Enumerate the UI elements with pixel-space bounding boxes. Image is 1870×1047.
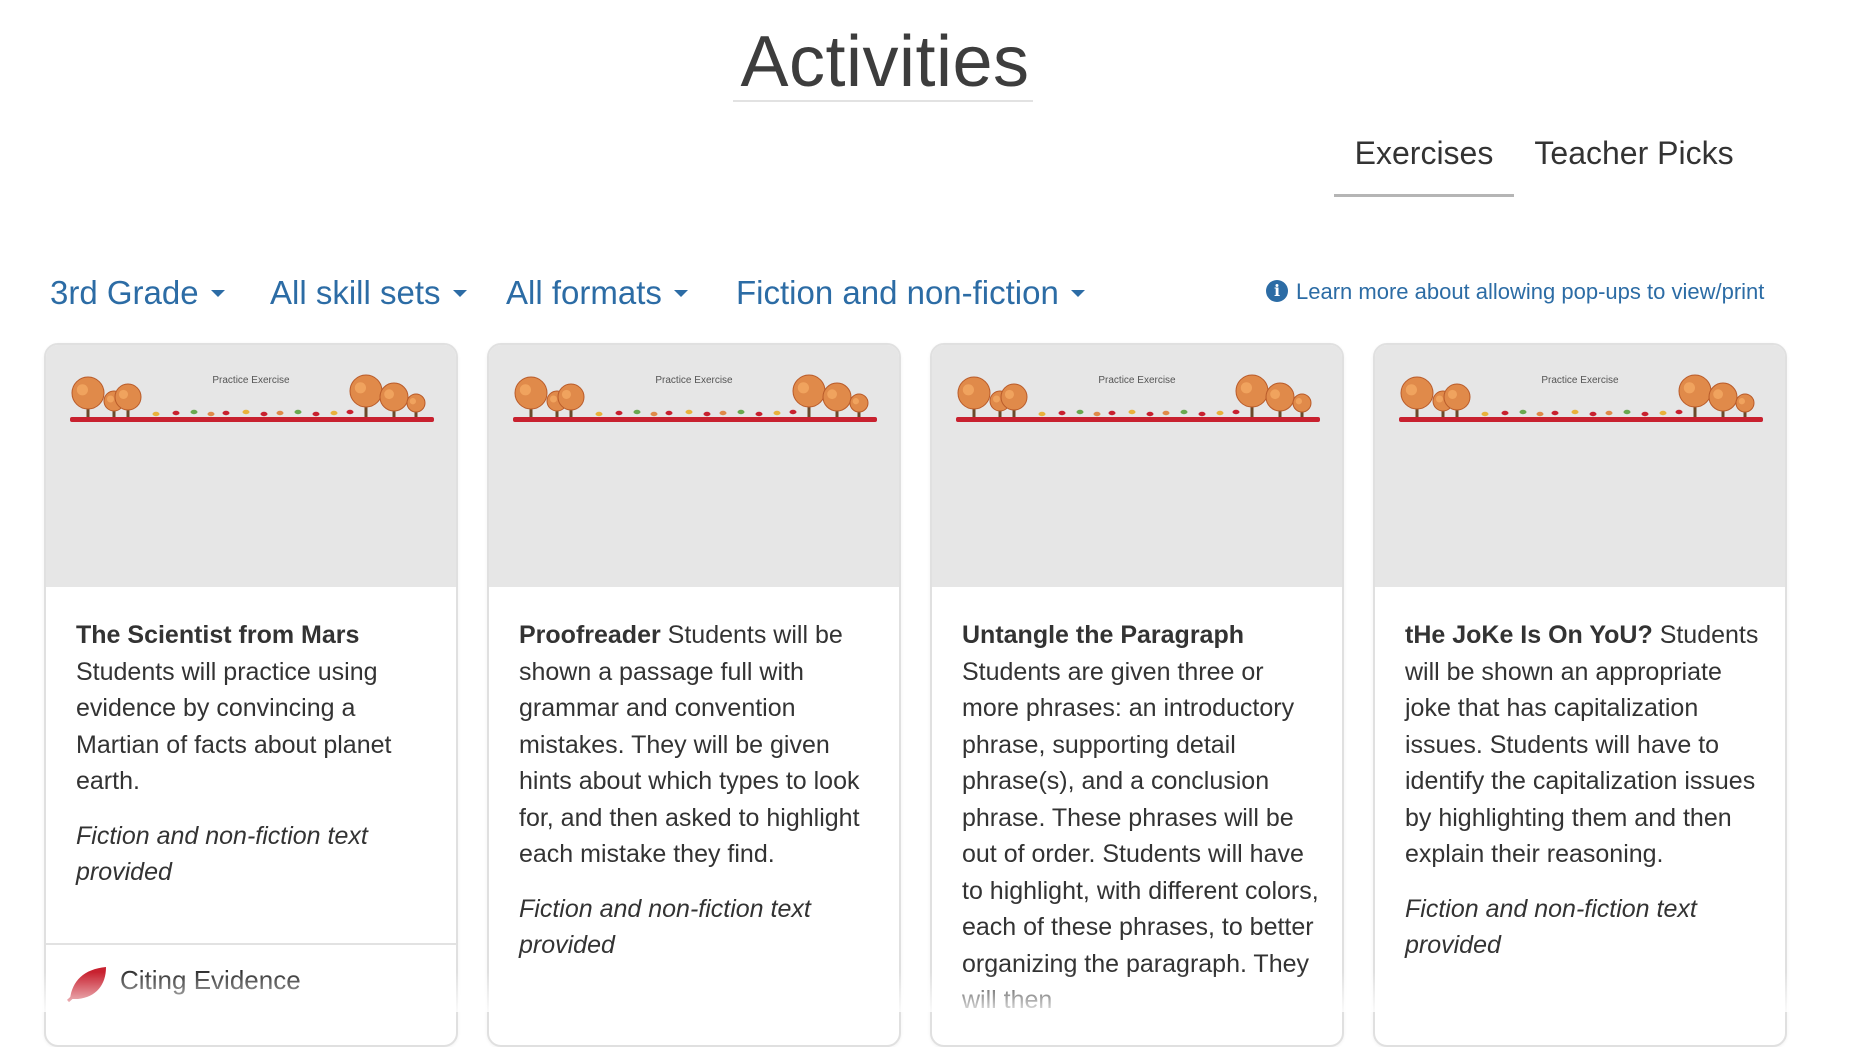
- text-type-filter-label: Fiction and non-fiction: [736, 274, 1059, 311]
- card-text-type: Fiction and non-fiction text provided: [76, 821, 368, 887]
- activity-card-scientist-from-mars[interactable]: Practice Exercise The Scientist from Mar…: [44, 343, 458, 1047]
- svg-text:Practice Exercise: Practice Exercise: [1098, 375, 1176, 386]
- chevron-down-icon: [452, 289, 467, 297]
- autumn-trees-banner: Practice Exercise: [70, 374, 434, 422]
- card-body: Untangle the Paragraph Students are given…: [962, 617, 1322, 1019]
- autumn-trees-banner: Practice Exercise: [956, 374, 1320, 422]
- chevron-down-icon: [1070, 289, 1085, 297]
- page-title: Activities: [740, 22, 1030, 102]
- autumn-trees-banner: Practice Exercise: [1399, 374, 1763, 422]
- card-title: Untangle the Paragraph: [962, 621, 1244, 649]
- tab-teacher-picks[interactable]: Teacher Picks: [1534, 130, 1734, 194]
- card-description: Students are given three or more phrases…: [962, 657, 1319, 1015]
- autumn-trees-banner: Practice Exercise: [513, 374, 877, 422]
- card-text-type: Fiction and non-fiction text provided: [519, 894, 811, 960]
- card-description: Students will be shown an appropriate jo…: [1405, 621, 1759, 868]
- grade-filter-label: 3rd Grade: [50, 274, 199, 311]
- activity-card-proofreader[interactable]: Practice Exercise Proofreader Students w…: [487, 343, 901, 1047]
- info-icon: i: [1266, 280, 1288, 303]
- skill-set-filter-label: All skill sets: [270, 274, 441, 311]
- card-description: Students will be shown a passage full wi…: [519, 621, 860, 868]
- card-text-type: Fiction and non-fiction text provided: [1405, 894, 1697, 960]
- format-filter-label: All formats: [506, 274, 662, 311]
- svg-text:Practice Exercise: Practice Exercise: [1541, 375, 1619, 386]
- card-footer: Citing Evidence: [46, 943, 456, 1015]
- format-filter-dropdown[interactable]: All formats: [506, 270, 688, 316]
- card-title: tHe JoKe Is On YoU?: [1405, 621, 1653, 649]
- card-title: The Scientist from Mars: [76, 621, 360, 649]
- activity-card-joke-is-on-you[interactable]: Practice Exercise tHe JoKe Is On YoU? St…: [1373, 343, 1787, 1047]
- activity-thumbnail: Practice Exercise: [489, 345, 899, 587]
- chevron-down-icon: [673, 289, 688, 297]
- activity-thumbnail: Practice Exercise: [46, 345, 456, 587]
- popup-help-link[interactable]: i Learn more about allowing pop-ups to vi…: [1266, 279, 1764, 305]
- skill-label: Citing Evidence: [120, 965, 301, 995]
- card-title: Proofreader: [519, 621, 661, 649]
- activity-thumbnail: Practice Exercise: [932, 345, 1342, 587]
- activity-thumbnail: Practice Exercise: [1375, 345, 1785, 587]
- title-underline: [733, 100, 1033, 102]
- tab-exercises[interactable]: Exercises: [1334, 130, 1514, 197]
- skill-set-filter-dropdown[interactable]: All skill sets: [270, 270, 467, 316]
- card-description: Students will practice using evidence by…: [76, 657, 392, 796]
- card-body: Proofreader Students will be shown a pas…: [519, 617, 879, 964]
- svg-text:Practice Exercise: Practice Exercise: [212, 375, 290, 386]
- grade-filter-dropdown[interactable]: 3rd Grade: [50, 270, 225, 316]
- activity-card-untangle-paragraph[interactable]: Practice Exercise Untangle the Paragraph…: [930, 343, 1344, 1047]
- svg-text:Practice Exercise: Practice Exercise: [655, 375, 733, 386]
- text-type-filter-dropdown[interactable]: Fiction and non-fiction: [736, 270, 1085, 316]
- card-body: tHe JoKe Is On YoU? Students will be sho…: [1405, 617, 1765, 964]
- leaf-icon: [66, 967, 106, 1003]
- chevron-down-icon: [210, 289, 225, 297]
- popup-help-link-label: Learn more about allowing pop-ups to vie…: [1296, 279, 1765, 304]
- card-body: The Scientist from Mars Students will pra…: [76, 617, 436, 891]
